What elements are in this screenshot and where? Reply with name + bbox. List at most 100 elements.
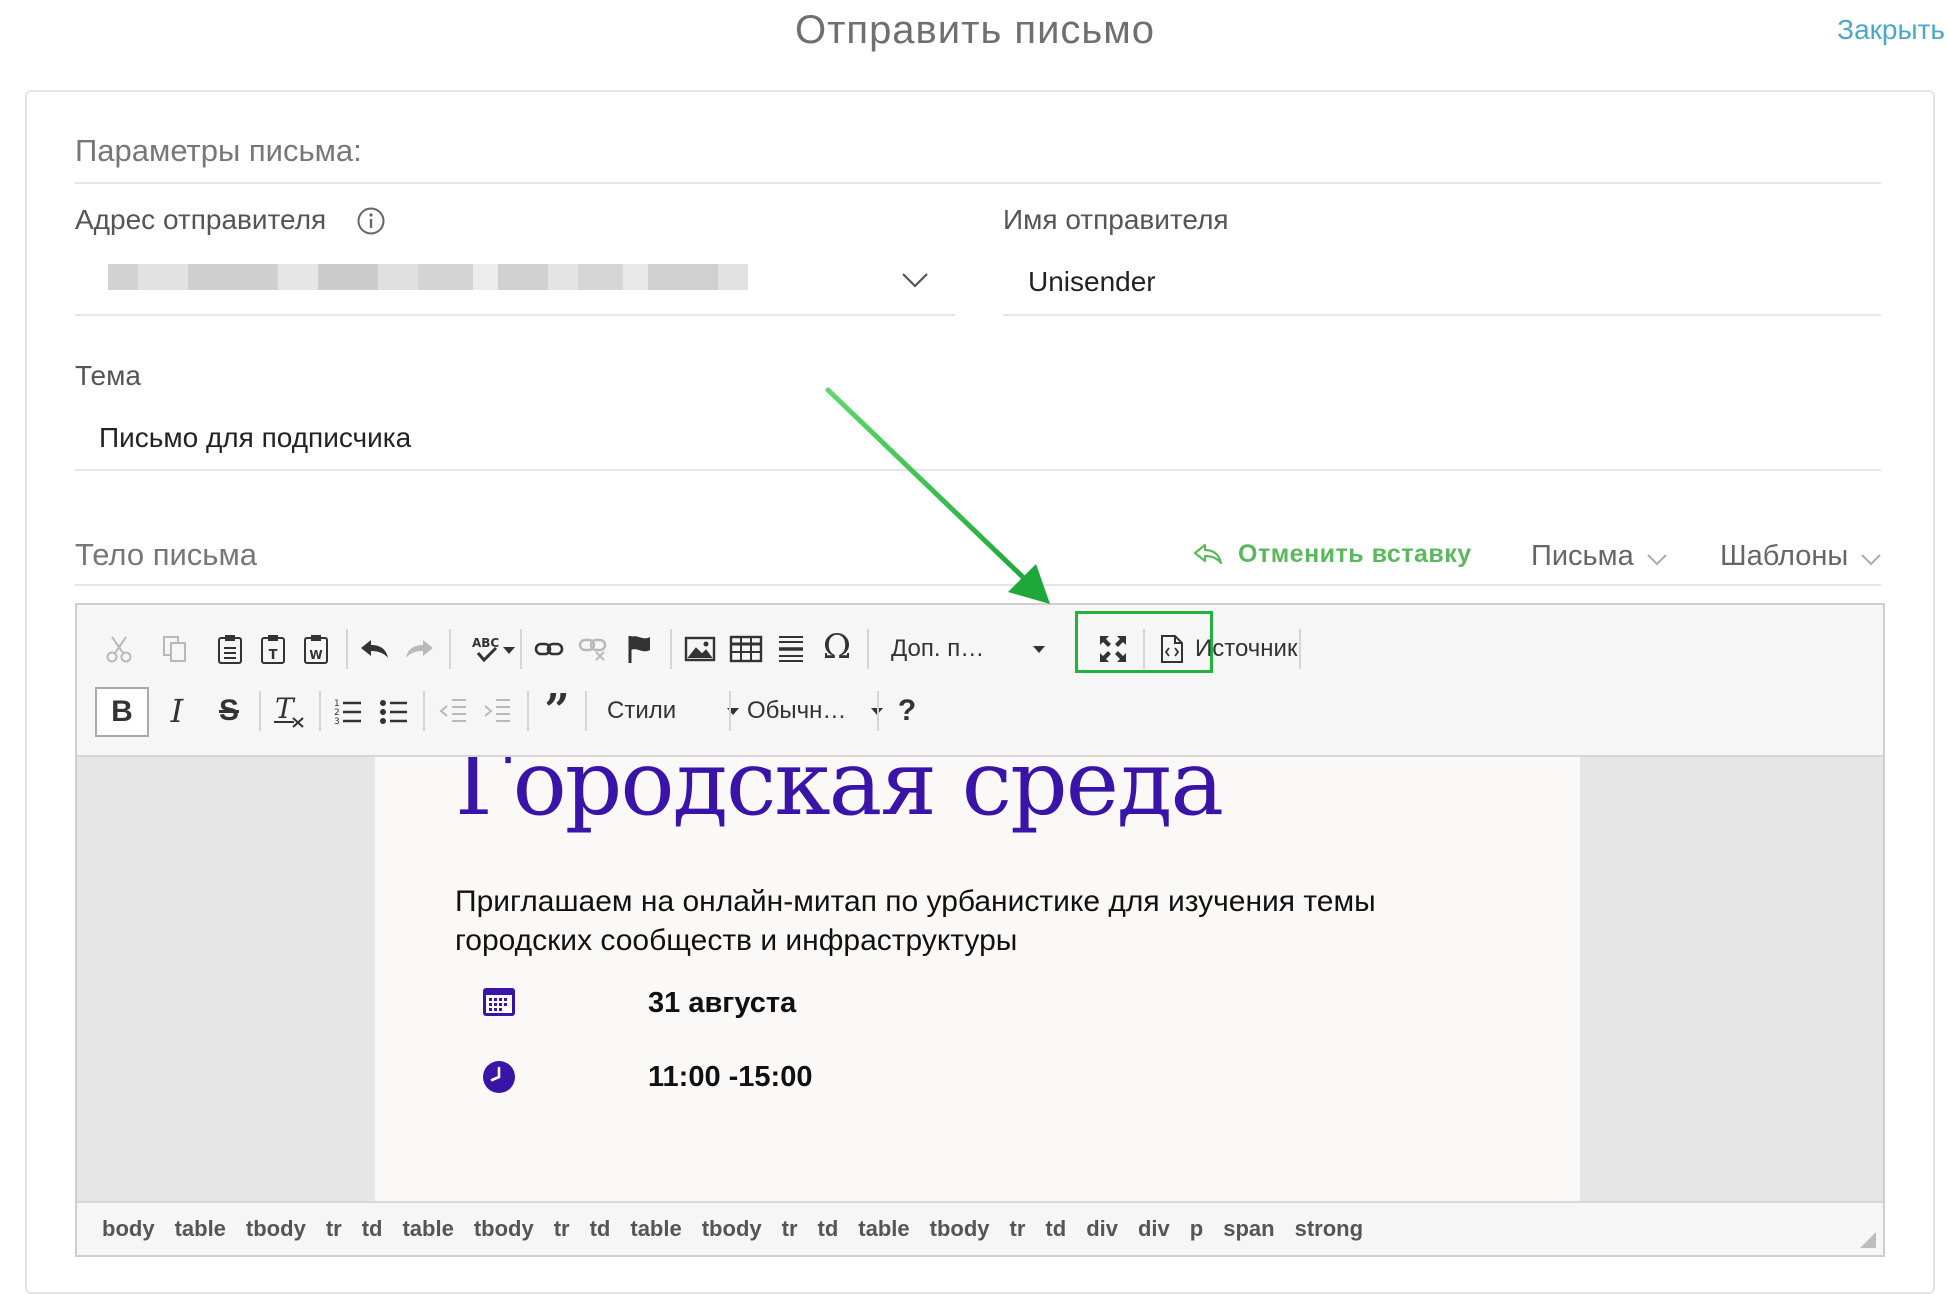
path-crumb-td[interactable]: td (590, 1216, 611, 1242)
redo-icon (406, 640, 433, 658)
outdent-icon (439, 699, 466, 722)
indent-button[interactable] (477, 691, 517, 731)
image-icon (684, 636, 716, 662)
divider (75, 182, 1881, 184)
path-crumb-table[interactable]: table (630, 1216, 681, 1242)
path-crumb-tbody[interactable]: tbody (474, 1216, 534, 1242)
rich-text-editor: T W ABC Ω Доп. п… Источник B I S T 1 2 3… (75, 603, 1885, 1257)
bulleted-list-button[interactable] (374, 691, 414, 731)
copy-button[interactable] (155, 629, 195, 669)
help-button[interactable]: ? (887, 691, 927, 731)
path-crumb-tr[interactable]: tr (782, 1216, 798, 1242)
path-crumb-tbody[interactable]: tbody (246, 1216, 306, 1242)
italic-button[interactable]: I (157, 691, 197, 731)
source-label: Источник (1195, 635, 1298, 662)
anchor-button[interactable] (619, 629, 659, 669)
info-icon[interactable] (356, 206, 386, 236)
undo-button[interactable] (355, 629, 395, 669)
email-title: Городская среда (455, 757, 1224, 836)
flag-icon (628, 636, 650, 663)
table-button[interactable] (726, 629, 766, 669)
redo-button[interactable] (399, 629, 439, 669)
horizontal-line-button[interactable] (771, 629, 811, 669)
chevron-down-icon (1861, 553, 1881, 565)
path-crumb-tbody[interactable]: tbody (930, 1216, 990, 1242)
paste-word-button[interactable]: W (296, 629, 336, 669)
paste-button[interactable] (210, 629, 250, 669)
separator (423, 691, 425, 731)
templates-dropdown[interactable]: Шаблоны (1720, 540, 1882, 573)
element-path-bar: body table tbody tr td table tbody tr td table tbo… (77, 1201, 1883, 1255)
chevron-down-icon[interactable] (900, 270, 930, 290)
editor-content-area[interactable]: Городская среда Приглашаем на онлайн-мит… (77, 757, 1883, 1201)
path-crumb-td[interactable]: td (362, 1216, 383, 1242)
table-icon (729, 635, 763, 663)
bold-button[interactable]: B (95, 687, 149, 737)
outdent-button[interactable] (433, 691, 473, 731)
path-crumb-td[interactable]: td (1045, 1216, 1066, 1242)
strikethrough-icon: S (218, 694, 239, 727)
numbered-list-icon: 123 (334, 699, 361, 726)
clipboard-text-icon: T (261, 635, 285, 664)
italic-icon: I (170, 692, 184, 730)
path-crumb-tr[interactable]: tr (326, 1216, 342, 1242)
extra-plugins-label: Доп. п… (891, 635, 985, 662)
spellcheck-button[interactable]: ABC (459, 629, 515, 669)
separator (585, 691, 587, 731)
path-crumb-span[interactable]: span (1223, 1216, 1274, 1242)
extra-plugins-combo[interactable]: Доп. п… (891, 629, 1045, 669)
caret-down-icon (503, 647, 515, 654)
format-combo[interactable]: Обычн… (747, 691, 883, 731)
quote-icon: ” (544, 685, 570, 736)
clipboard-word-icon: W (304, 635, 328, 664)
separator (319, 691, 321, 731)
separator (527, 691, 529, 731)
strikethrough-button[interactable]: S (209, 691, 249, 731)
path-crumb-table[interactable]: table (858, 1216, 909, 1242)
path-crumb-table[interactable]: table (402, 1216, 453, 1242)
clock-icon (483, 1061, 515, 1093)
close-link[interactable]: Закрыть (1837, 14, 1945, 46)
undo-paste-button[interactable]: Отменить вставку (1192, 540, 1472, 569)
letters-dropdown[interactable]: Письма (1531, 540, 1668, 573)
separator (729, 691, 731, 731)
image-button[interactable] (680, 629, 720, 669)
path-crumb-tbody[interactable]: tbody (702, 1216, 762, 1242)
remove-format-icon: T (274, 694, 304, 728)
remove-format-button[interactable]: T (269, 691, 309, 731)
unlink-button[interactable] (573, 629, 613, 669)
path-crumb-p[interactable]: p (1190, 1216, 1203, 1242)
email-page: Городская среда Приглашаем на онлайн-мит… (375, 757, 1580, 1201)
blockquote-button[interactable]: ” (537, 685, 577, 736)
omega-icon: Ω (822, 627, 852, 667)
link-button[interactable] (529, 629, 569, 669)
numbered-list-button[interactable]: 123 (328, 691, 368, 731)
path-crumb-div[interactable]: div (1138, 1216, 1170, 1242)
reply-icon (1193, 543, 1223, 564)
path-crumb-body[interactable]: body (102, 1216, 155, 1242)
path-crumb-td[interactable]: td (818, 1216, 839, 1242)
path-crumb-tr[interactable]: tr (1010, 1216, 1026, 1242)
special-char-button[interactable]: Ω (817, 627, 857, 667)
source-button[interactable]: Источник (1159, 629, 1297, 669)
separator (259, 691, 261, 731)
annotation-arrow (825, 387, 1050, 604)
path-crumb-table[interactable]: table (175, 1216, 226, 1242)
cut-button[interactable] (99, 629, 139, 669)
sender-address-label: Адрес отправителя (75, 204, 327, 235)
path-crumb-div[interactable]: div (1086, 1216, 1118, 1242)
calendar-icon (483, 988, 515, 1016)
clipboard-icon (218, 635, 242, 664)
sender-name-input[interactable]: Unisender (1028, 266, 1878, 298)
styles-label: Стили (607, 697, 677, 724)
paste-text-button[interactable]: T (253, 629, 293, 669)
letters-label: Письма (1531, 540, 1634, 572)
body-section-title: Тело письма (75, 537, 258, 572)
path-crumb-strong[interactable]: strong (1295, 1216, 1363, 1242)
resize-handle-icon[interactable] (1859, 1231, 1877, 1249)
maximize-button[interactable] (1093, 629, 1133, 669)
path-crumb-tr[interactable]: tr (554, 1216, 570, 1242)
maximize-icon (1100, 636, 1126, 662)
styles-combo[interactable]: Стили (607, 691, 747, 731)
separator (449, 629, 451, 669)
